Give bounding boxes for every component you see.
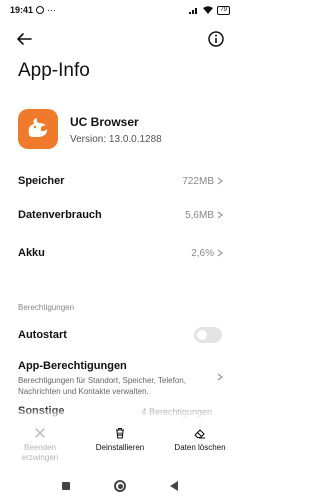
app-version: Version: 13.0.0.1288 — [70, 134, 162, 145]
nav-back-icon[interactable] — [170, 481, 178, 491]
chevron-right-icon — [217, 177, 223, 185]
info-icon[interactable] — [206, 29, 226, 49]
other-permissions-value: 4 Berechtigungen — [141, 407, 212, 417]
app-permissions-title[interactable]: App-Berechtigungen — [18, 360, 127, 372]
squirrel-icon — [28, 118, 48, 137]
signal-icon — [189, 8, 198, 14]
recents-icon[interactable] — [62, 482, 70, 490]
trash-icon — [116, 427, 124, 439]
autostart-toggle[interactable] — [194, 327, 222, 343]
clear-data-button[interactable]: Daten löschen — [165, 426, 235, 453]
app-name: UC Browser — [70, 115, 139, 129]
battery-row[interactable]: Akku 2,6% — [0, 236, 240, 270]
chevron-right-icon — [217, 211, 223, 219]
uninstall-label: Deinstallieren — [95, 443, 145, 452]
data-usage-row[interactable]: Datenverbrauch 5,6MB — [0, 198, 240, 232]
close-icon — [35, 428, 45, 438]
back-arrow-icon[interactable] — [14, 29, 34, 49]
more-notifications-icon: ··· — [47, 5, 57, 15]
battery-value: 2,6% — [191, 247, 214, 259]
battery-icon: 79 — [217, 5, 230, 15]
status-bar: 19:41 ··· 79 — [0, 0, 240, 20]
chevron-right-icon — [217, 373, 223, 381]
status-time: 19:41 — [10, 5, 34, 15]
other-permissions-label[interactable]: Sonstige — [18, 405, 64, 417]
uninstall-button[interactable]: Deinstallieren — [85, 426, 155, 453]
app-permissions-description: Berechtigungen für Standort, Speicher, T… — [18, 376, 186, 396]
force-stop-label: Beenden erzwingen — [21, 443, 59, 462]
battery-label: Akku — [18, 247, 45, 259]
storage-label: Speicher — [18, 175, 65, 187]
storage-value: 722MB — [182, 175, 214, 187]
page-title: App-Info — [18, 60, 90, 81]
system-nav-bar — [0, 472, 240, 500]
top-bar — [0, 26, 240, 52]
action-bar: Beenden erzwingen Deinstallieren Daten l… — [0, 418, 240, 468]
data-usage-value: 5,6MB — [185, 209, 214, 221]
force-stop-button[interactable]: Beenden erzwingen — [5, 426, 75, 463]
chat-notification-icon — [36, 6, 45, 14]
toggle-knob — [197, 330, 207, 340]
permissions-section-header: Berechtigungen — [18, 303, 75, 312]
eraser-icon — [194, 429, 205, 439]
clear-data-label: Daten löschen — [174, 443, 226, 452]
autostart-label: Autostart — [18, 329, 67, 341]
chevron-right-icon — [217, 249, 223, 257]
home-icon[interactable] — [114, 480, 126, 492]
storage-row[interactable]: Speicher 722MB — [0, 164, 240, 198]
data-usage-label: Datenverbrauch — [18, 209, 102, 221]
app-logo — [18, 109, 58, 149]
wifi-icon — [203, 6, 214, 14]
